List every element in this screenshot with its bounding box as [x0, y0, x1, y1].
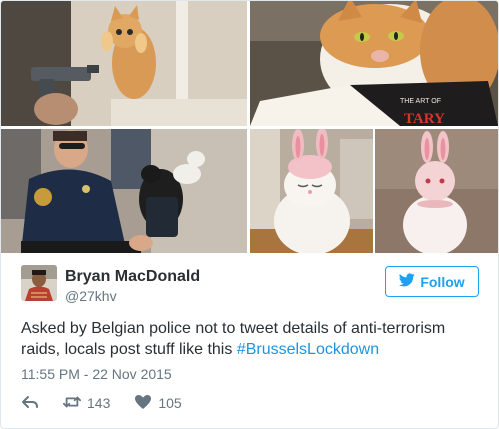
like-button[interactable]: 105: [134, 394, 182, 413]
cat-reading-book-photo[interactable]: THE ART OF TARY: [250, 1, 498, 126]
author-name[interactable]: Bryan MacDonald: [65, 268, 200, 286]
follow-button[interactable]: Follow: [385, 266, 479, 297]
photo-grid: THE ART OF TARY: [1, 1, 498, 253]
tweet-text: Asked by Belgian police not to tweet det…: [21, 318, 481, 360]
follow-label: Follow: [420, 273, 465, 290]
like-count: 105: [158, 395, 182, 411]
bunny-cat-figure-photo[interactable]: [375, 129, 498, 253]
bird-icon: [399, 273, 416, 290]
kitten-photo[interactable]: [1, 1, 247, 126]
tweet-text-main: Asked by Belgian police not to tweet det…: [21, 320, 446, 358]
svg-text:TARY: TARY: [404, 111, 445, 126]
hashtag-link[interactable]: #BrusselsLockdown: [237, 341, 379, 358]
tweet-card: THE ART OF TARY Bryan MacDonald @27khv F…: [0, 0, 499, 429]
reply-icon: [21, 394, 39, 413]
retweet-icon: [63, 394, 81, 413]
retweet-button[interactable]: 143: [63, 394, 110, 413]
retweet-count: 143: [87, 395, 111, 411]
heart-icon: [134, 394, 152, 413]
reply-button[interactable]: [21, 394, 39, 413]
action-bar: 143 105: [21, 393, 206, 413]
book-title-text: THE ART OF: [400, 98, 441, 105]
timestamp[interactable]: 11:55 PM - 22 Nov 2015: [21, 366, 172, 382]
bunny-hat-cat-photo[interactable]: [250, 129, 373, 253]
avatar[interactable]: [21, 265, 57, 301]
author-handle[interactable]: @27khv: [65, 288, 117, 304]
police-officer-cat-photo[interactable]: [1, 129, 247, 253]
